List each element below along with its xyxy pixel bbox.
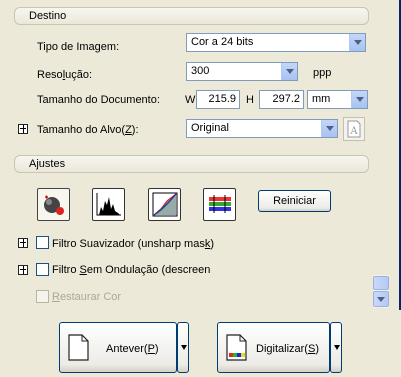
ajustes-header-label: Ajustes [29, 158, 66, 170]
tone-curve-icon [152, 192, 178, 217]
target-size-value: Original [191, 122, 229, 134]
chevron-down-icon[interactable] [351, 91, 367, 108]
resolution-label: Resolução: [37, 69, 92, 81]
preview-dropdown-button[interactable] [177, 322, 189, 373]
height-input[interactable]: 297.2 [259, 90, 304, 109]
scroll-down-icon[interactable] [373, 291, 389, 307]
chevron-down-icon[interactable] [321, 120, 337, 137]
scrollbar-thumb[interactable] [373, 276, 389, 290]
target-size-label-suffix: ): [131, 124, 139, 136]
vertical-scrollbar[interactable] [373, 275, 389, 308]
restore-label-suffix: estaurar Cor [59, 291, 122, 303]
preview-label-suffix: ) [154, 343, 159, 355]
resolution-label-suffix: ução: [65, 69, 93, 81]
descreen-label-accel: S [79, 264, 87, 276]
resolution-unit: ppp [313, 67, 332, 79]
settings-panel: Destino Tipo de Imagem: Cor a 24 bits Re… [0, 0, 401, 310]
unsharp-mask-label: Filtro Suavizador (unsharp mask) [52, 238, 214, 250]
descreen-label-prefix: Filtro [52, 264, 80, 276]
unit-select[interactable]: mm [307, 90, 368, 109]
target-size-label-accel: Z [125, 124, 132, 136]
color-palette-icon [209, 195, 231, 213]
width-label: W [185, 94, 196, 106]
destino-section-header[interactable]: Destino [14, 7, 369, 25]
restore-color-checkbox[interactable] [36, 290, 49, 303]
target-size-select[interactable]: Original [186, 119, 338, 138]
width-value: 215.9 [208, 93, 236, 105]
expand-target-size-icon[interactable] [18, 124, 28, 134]
page-orientation-icon: A [347, 120, 361, 138]
orientation-button[interactable]: A [343, 117, 365, 141]
doc-size-label: Tamanho do Documento: [37, 94, 160, 106]
unsharp-label-suffix: ) [210, 238, 215, 250]
auto-exposure-button[interactable] [37, 188, 70, 221]
resolution-label-prefix: Reso [37, 69, 63, 81]
expand-descreen-icon[interactable] [18, 265, 28, 275]
image-type-label: Tipo de Imagem: [37, 41, 120, 53]
width-input[interactable]: 215.9 [196, 90, 240, 109]
restore-label-accel: R [52, 291, 60, 303]
chevron-down-icon[interactable] [281, 63, 297, 80]
image-type-value: Cor a 24 bits [191, 36, 254, 48]
unsharp-label-prefix: Filtro Suavizador (unsharp mas [52, 238, 205, 250]
scan-label-suffix: ) [315, 343, 319, 355]
unit-value: mm [312, 93, 331, 105]
scan-dropdown-button[interactable] [330, 322, 342, 373]
preview-label-accel: P [147, 343, 155, 355]
resolution-select[interactable]: 300 [186, 62, 298, 81]
scan-label-prefix: Digitalizar( [256, 343, 308, 355]
restore-color-label: Restaurar Cor [52, 291, 121, 303]
target-size-label: Tamanho do Alvo(Z): [37, 124, 139, 136]
svg-text:A: A [349, 126, 358, 137]
ajustes-section-header[interactable]: Ajustes [14, 155, 369, 173]
expand-unsharp-icon[interactable] [18, 238, 28, 248]
target-size-label-prefix: Tamanho do Alvo( [37, 124, 126, 136]
image-type-select[interactable]: Cor a 24 bits [186, 33, 366, 52]
descreen-checkbox[interactable] [36, 263, 49, 276]
page-icon [68, 334, 89, 361]
descreen-label: Filtro Sem Ondulação (descreen [52, 264, 210, 276]
preview-button[interactable]: Antever(P) [59, 322, 177, 373]
action-bar: Antever(P) Digitalizar(S) [0, 310, 401, 377]
height-value: 297.2 [272, 93, 300, 105]
reset-button-label: Reiniciar [273, 195, 316, 207]
chevron-down-icon[interactable] [349, 34, 365, 51]
descreen-label-suffix: em Ondulação (descreen [86, 264, 211, 276]
height-label: H [246, 94, 254, 106]
scan-button[interactable]: Digitalizar(S) [217, 322, 330, 373]
unsharp-mask-checkbox[interactable] [36, 236, 49, 249]
histogram-icon [96, 193, 121, 216]
resolution-value: 300 [191, 65, 210, 77]
scan-label: Digitalizar(S) [256, 343, 319, 355]
preview-label-prefix: Antever( [106, 343, 148, 355]
histogram-button[interactable] [92, 188, 125, 221]
preview-label: Antever(P) [106, 343, 159, 355]
scan-page-icon [226, 334, 247, 361]
reset-button[interactable]: Reiniciar [258, 190, 331, 212]
tone-correction-button[interactable] [148, 188, 181, 221]
destino-header-label: Destino [29, 10, 67, 22]
color-palette-button[interactable] [203, 188, 236, 221]
auto-exposure-icon [44, 195, 64, 215]
